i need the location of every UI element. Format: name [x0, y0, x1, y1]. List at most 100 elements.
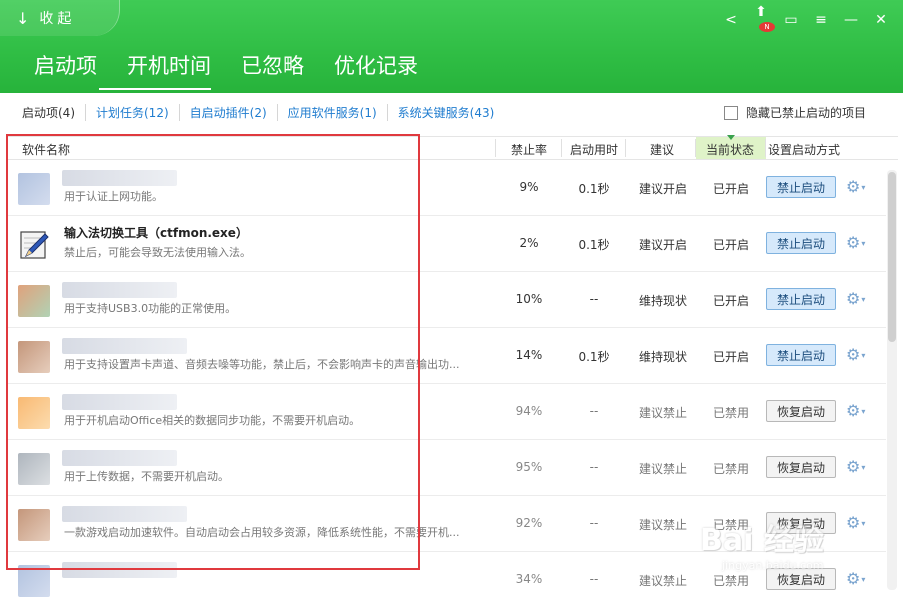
gear-icon[interactable]: ⚙▾: [846, 177, 865, 196]
disable-startup-button[interactable]: 禁止启动: [766, 288, 836, 310]
app-icon: [18, 453, 50, 485]
restore-startup-button[interactable]: 恢复启动: [766, 568, 836, 590]
col-divider: [695, 139, 696, 157]
row-time: --: [589, 516, 599, 530]
close-icon[interactable]: ✕: [873, 12, 889, 28]
vertical-scrollbar[interactable]: [887, 170, 897, 590]
row-description: 用于开机启动Office相关的数据同步功能，不需要开机启动。: [64, 414, 361, 427]
tab-boot-time[interactable]: 开机时间: [99, 50, 211, 90]
hide-disabled-checkbox[interactable]: [724, 105, 738, 120]
disable-startup-button[interactable]: 禁止启动: [766, 176, 836, 198]
scrollbar-thumb[interactable]: [888, 172, 896, 342]
row-rate: 34%: [515, 572, 543, 586]
row-time: 0.1秒: [578, 238, 610, 252]
row-time: --: [589, 404, 599, 418]
table-row: 用于支持USB3.0功能的正常使用。 10% -- 维持现状 已开启 禁止启动 …: [8, 272, 886, 328]
restore-startup-button[interactable]: 恢复启动: [766, 400, 836, 422]
chevron-down-icon: ▾: [861, 463, 866, 472]
row-rate: 94%: [515, 404, 543, 418]
row-suggestion: 建议开启: [638, 238, 687, 252]
col-status[interactable]: 当前状态: [706, 141, 754, 158]
gear-icon[interactable]: ⚙▾: [846, 289, 865, 308]
row-status: 已禁用: [712, 406, 749, 420]
col-divider: [765, 139, 766, 157]
app-icon: [18, 341, 50, 373]
upgrade-icon[interactable]: ⬆N: [753, 4, 775, 36]
row-time: --: [589, 572, 599, 586]
collapse-button[interactable]: ↓ 收起: [0, 0, 120, 36]
subtab-startup-items[interactable]: 启动项(4): [22, 104, 85, 121]
row-suggestion: 维持现状: [638, 350, 687, 364]
col-name[interactable]: 软件名称: [22, 141, 70, 158]
col-divider: [495, 139, 496, 157]
row-rate: 9%: [519, 180, 539, 194]
hide-disabled-option[interactable]: 隐藏已禁止启动的项目: [724, 104, 866, 121]
table-row: 用于开机启动Office相关的数据同步功能，不需要开机启动。 94% -- 建议…: [8, 384, 886, 440]
category-tabs: 启动项(4) 计划任务(12) 自启动插件(2) 应用软件服务(1) 系统关键服…: [22, 104, 504, 121]
row-status: 已开启: [712, 350, 749, 364]
row-suggestion: 建议开启: [638, 182, 687, 196]
restore-startup-button[interactable]: 恢复启动: [766, 512, 836, 534]
share-icon[interactable]: <: [723, 12, 739, 28]
sort-caret-icon: [727, 135, 735, 140]
chevron-down-icon: ▾: [861, 351, 866, 360]
table-row: 输入法切换工具（ctfmon.exe） 禁止后，可能会导致无法使用输入法。 2%…: [8, 216, 886, 272]
row-suggestion: 建议禁止: [638, 574, 687, 588]
gear-icon[interactable]: ⚙▾: [846, 457, 865, 476]
main-tabs: 启动项 开机时间 已忽略 优化记录: [34, 50, 448, 90]
table-header: 软件名称 禁止率 启动用时 建议 当前状态 设置启动方式: [8, 135, 898, 160]
row-description: 用于认证上网功能。: [64, 190, 163, 203]
row-status: 已开启: [712, 182, 749, 196]
window-controls: < ⬆N ▭ ≡ — ✕: [723, 4, 889, 36]
gear-icon[interactable]: ⚙▾: [846, 345, 865, 364]
blurred-name: [62, 282, 177, 298]
row-description: 用于支持USB3.0功能的正常使用。: [64, 302, 237, 315]
collapse-label: 收起: [39, 11, 76, 27]
row-suggestion: 建议禁止: [638, 518, 687, 532]
row-status: 已禁用: [712, 462, 749, 476]
restore-startup-button[interactable]: 恢复启动: [766, 456, 836, 478]
subtab-app-services[interactable]: 应用软件服务(1): [276, 104, 387, 121]
table-row: 用于上传数据，不需要开机启动。 95% -- 建议禁止 已禁用 恢复启动 ⚙▾: [8, 440, 886, 496]
subtab-scheduled-tasks[interactable]: 计划任务(12): [85, 104, 179, 121]
tab-startup[interactable]: 启动项: [34, 50, 97, 86]
row-name: 输入法切换工具（ctfmon.exe）: [64, 226, 248, 240]
gear-icon[interactable]: ⚙▾: [846, 401, 865, 420]
row-description: 一款游戏启动加速软件。自动启动会占用较多资源，降低系统性能，不需要开机...: [64, 526, 460, 539]
chevron-down-icon: ▾: [861, 575, 866, 584]
gear-icon[interactable]: ⚙▾: [846, 513, 865, 532]
blurred-name: [62, 170, 177, 186]
app-icon: [18, 173, 50, 205]
row-suggestion: 维持现状: [638, 294, 687, 308]
tab-optimize-log[interactable]: 优化记录: [334, 50, 418, 86]
app-icon: [18, 509, 50, 541]
pen-icon: [20, 231, 49, 259]
app-icon: [18, 285, 50, 317]
table-row: 用于支持设置声卡声道、音频去噪等功能，禁止后，不会影响声卡的声音输出功... 1…: [8, 328, 886, 384]
col-time[interactable]: 启动用时: [570, 141, 618, 158]
gear-icon[interactable]: ⚙▾: [846, 233, 865, 252]
disable-startup-button[interactable]: 禁止启动: [766, 344, 836, 366]
col-rate[interactable]: 禁止率: [511, 141, 547, 158]
row-description: 禁止后，可能会导致无法使用输入法。: [64, 246, 251, 259]
blurred-name: [62, 394, 177, 410]
table-row: 用于认证上网功能。 9% 0.1秒 建议开启 已开启 禁止启动 ⚙▾: [8, 160, 886, 216]
row-rate: 95%: [515, 460, 543, 474]
subtab-autostart-plugins[interactable]: 自启动插件(2): [178, 104, 277, 121]
col-suggestion[interactable]: 建议: [650, 141, 674, 158]
row-time: --: [589, 292, 599, 306]
gear-icon[interactable]: ⚙▾: [846, 569, 865, 588]
row-time: --: [589, 460, 599, 474]
col-divider: [561, 139, 562, 157]
app-header: ↓ 收起 < ⬆N ▭ ≡ — ✕ 启动项 开机时间 已忽略 优化记录: [0, 0, 903, 93]
app-icon: [18, 565, 50, 597]
blurred-name: [62, 562, 177, 578]
disable-startup-button[interactable]: 禁止启动: [766, 232, 836, 254]
feedback-icon[interactable]: ▭: [783, 12, 799, 28]
tab-ignored[interactable]: 已忽略: [241, 50, 304, 86]
menu-icon[interactable]: ≡: [813, 12, 829, 28]
col-divider: [625, 139, 626, 157]
subtab-system-services[interactable]: 系统关键服务(43): [386, 104, 505, 121]
minimize-icon[interactable]: —: [843, 12, 859, 28]
app-icon: [18, 397, 50, 429]
